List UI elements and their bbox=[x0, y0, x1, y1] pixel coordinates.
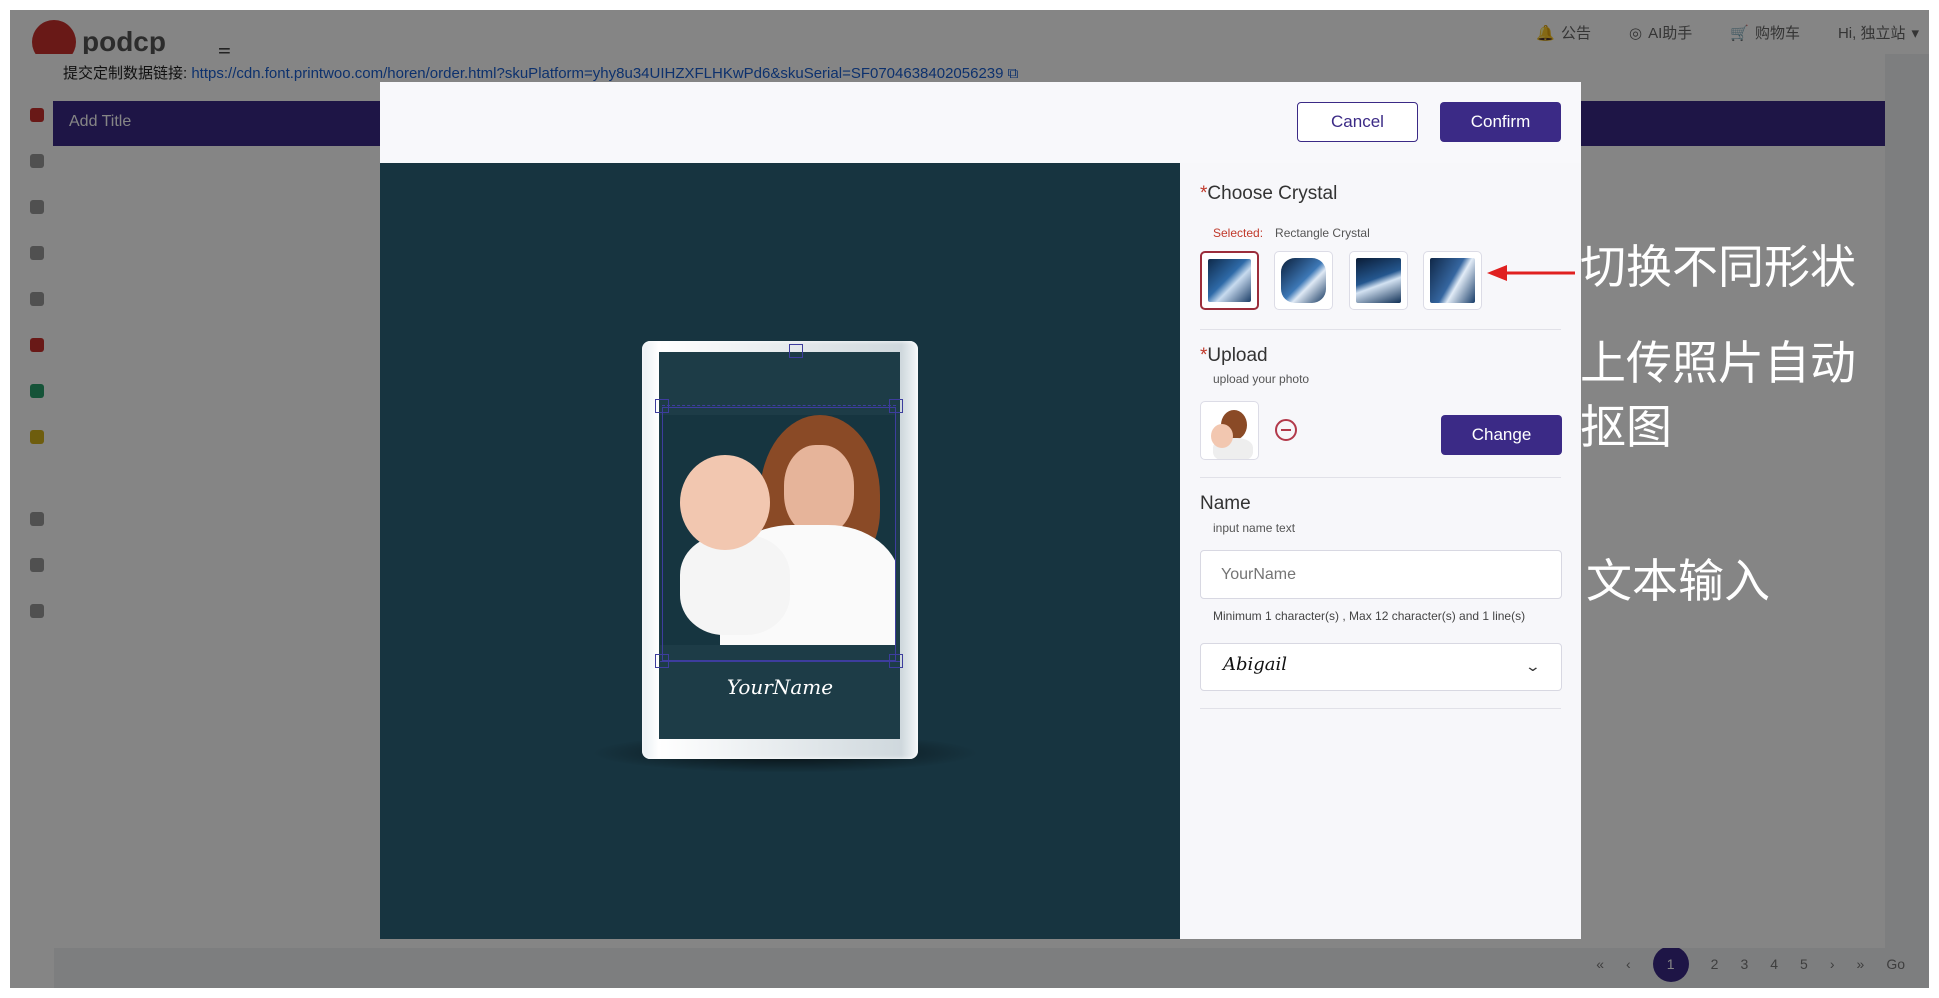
upload-thumbnail[interactable] bbox=[1200, 401, 1259, 460]
crystal-thumb-image bbox=[1430, 258, 1475, 303]
divider bbox=[1200, 329, 1561, 330]
annotation-arrow-icon bbox=[1487, 265, 1575, 281]
dialog-header: Cancel Confirm bbox=[380, 82, 1581, 163]
preview-canvas[interactable]: YourName bbox=[380, 163, 1180, 939]
crystal-option-rectangle[interactable] bbox=[1200, 251, 1259, 310]
crystal-option-heart[interactable] bbox=[1274, 251, 1333, 310]
name-hint: Minimum 1 character(s) , Max 12 characte… bbox=[1213, 609, 1526, 623]
upload-section-title: *Upload bbox=[1200, 345, 1268, 366]
cancel-button[interactable]: Cancel bbox=[1297, 102, 1418, 142]
annotation-upload-line2: 抠图 bbox=[1580, 400, 1672, 454]
chevron-down-icon: ⌄ bbox=[1524, 658, 1542, 674]
thumb-baby bbox=[1211, 424, 1233, 448]
annotation-switch-shape: 切换不同形状 bbox=[1580, 240, 1856, 294]
divider bbox=[1200, 477, 1561, 478]
crystal-thumb-image bbox=[1281, 258, 1326, 303]
name-input[interactable] bbox=[1200, 550, 1562, 599]
upload-subtitle: upload your photo bbox=[1213, 372, 1310, 386]
divider bbox=[1200, 708, 1561, 709]
annotation-upload-line1: 上传照片自动 bbox=[1580, 336, 1856, 390]
resize-handle[interactable] bbox=[789, 344, 803, 358]
customizer-dialog: Cancel Confirm YourName *Choose Crystal … bbox=[380, 82, 1581, 939]
font-select[interactable]: Abigail ⌄ bbox=[1200, 643, 1562, 691]
screen-frame: podcp ≡ 🔔 公告 ◎ AI助手 🛒 购物车 Hi, 独立站 ▾ « ‹ 1 2 … bbox=[10, 10, 1929, 988]
annotation-text-input: 文本输入 bbox=[1586, 554, 1770, 608]
font-select-value: Abigail bbox=[1223, 654, 1288, 675]
crystal-thumb-image bbox=[1356, 258, 1401, 303]
crystal-option-diamond[interactable] bbox=[1349, 251, 1408, 310]
name-subtitle: input name text bbox=[1213, 521, 1296, 535]
canvas-name-text[interactable]: YourName bbox=[660, 675, 900, 699]
resize-handle[interactable] bbox=[889, 399, 903, 413]
crystal-section-title: *Choose Crystal bbox=[1200, 183, 1338, 204]
photo-selection-box[interactable] bbox=[662, 407, 896, 661]
change-photo-button[interactable]: Change bbox=[1441, 415, 1562, 455]
crystal-selected-label: Selected: Rectangle Crystal bbox=[1213, 226, 1370, 240]
crystal-option-cube[interactable] bbox=[1423, 251, 1482, 310]
resize-handle[interactable] bbox=[655, 399, 669, 413]
name-section-title: Name bbox=[1200, 493, 1251, 514]
photo-crop-guide bbox=[662, 405, 896, 406]
remove-photo-icon[interactable] bbox=[1275, 419, 1297, 441]
confirm-button[interactable]: Confirm bbox=[1440, 102, 1561, 142]
crystal-thumb-image bbox=[1208, 259, 1251, 302]
